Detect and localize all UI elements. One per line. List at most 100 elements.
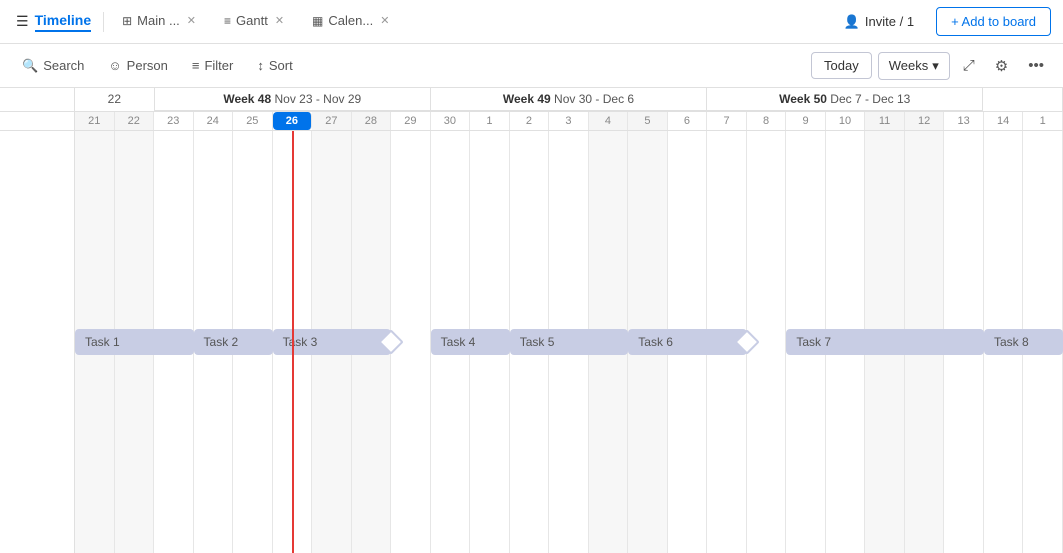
task-label: Task 2 bbox=[204, 335, 239, 349]
today-label: Today bbox=[824, 58, 859, 73]
day-header-cell: 8 bbox=[747, 112, 787, 130]
day-header-cell: 26 bbox=[273, 112, 313, 130]
task-bar[interactable]: Task 3 bbox=[273, 329, 392, 355]
day-header-cell: 28 bbox=[352, 112, 392, 130]
week-headers-row: 22Week 48 Nov 23 - Nov 29Week 49 Nov 30 … bbox=[0, 88, 1063, 112]
sort-label: Sort bbox=[269, 58, 293, 73]
task-label: Task 7 bbox=[796, 335, 831, 349]
day-header-cell: 23 bbox=[154, 112, 194, 130]
day-header-cell: 10 bbox=[826, 112, 866, 130]
hamburger-icon: ☰ bbox=[16, 13, 29, 30]
person-icon: ☺ bbox=[108, 58, 121, 73]
weeks-chevron-icon: ▾ bbox=[932, 58, 939, 74]
gantt-tab-label: Gantt bbox=[236, 13, 268, 28]
settings-button[interactable]: ⚙ bbox=[988, 52, 1015, 80]
person-button[interactable]: ☺ Person bbox=[98, 53, 177, 78]
invite-button[interactable]: 👤 Invite / 1 bbox=[832, 8, 926, 36]
timeline-container: 22Week 48 Nov 23 - Nov 29Week 49 Nov 30 … bbox=[0, 88, 1063, 553]
task-label: Task 8 bbox=[994, 335, 1029, 349]
week-group bbox=[983, 88, 1063, 111]
day-header-cell: 13 bbox=[944, 112, 984, 130]
task-label: Task 6 bbox=[638, 335, 673, 349]
sort-icon: ↕ bbox=[257, 58, 264, 73]
more-button[interactable]: ••• bbox=[1021, 52, 1051, 79]
grid-body: Task 1 Task 2 Task 3 Task 4 Task 5 Task 6 Task… bbox=[0, 131, 1063, 553]
day-header-cell: 1 bbox=[470, 112, 510, 130]
task-bar[interactable]: Task 4 bbox=[431, 329, 510, 355]
search-button[interactable]: 🔍 Search bbox=[12, 53, 94, 79]
person-label: Person bbox=[127, 58, 168, 73]
task-bar[interactable]: Task 2 bbox=[194, 329, 273, 355]
filter-label: Filter bbox=[204, 58, 233, 73]
task-bar[interactable]: Task 8 bbox=[984, 329, 1063, 355]
day-header-cell: 9 bbox=[786, 112, 826, 130]
more-icon: ••• bbox=[1028, 57, 1044, 74]
day-header-cell: 22 bbox=[115, 112, 155, 130]
day-header-cell: 4 bbox=[589, 112, 629, 130]
top-nav: ☰ Timeline ⊞ Main ... ✕ ≡ Gantt ✕ ▦ Cale… bbox=[0, 0, 1063, 44]
task-label: Task 1 bbox=[85, 335, 120, 349]
day-header-cell: 25 bbox=[233, 112, 273, 130]
week-group: Week 49 Nov 30 - Dec 6 bbox=[431, 88, 707, 111]
calendar-tab-close[interactable]: ✕ bbox=[380, 14, 389, 27]
sort-button[interactable]: ↕ Sort bbox=[247, 53, 302, 78]
day-header-cell: 11 bbox=[865, 112, 905, 130]
week-header-label: Week 50 Dec 7 - Dec 13 bbox=[707, 88, 982, 111]
task-label: Task 5 bbox=[520, 335, 555, 349]
day-headers-row: 2122232425262728293012345678910111213141 bbox=[0, 112, 1063, 131]
day-header-cell: 5 bbox=[628, 112, 668, 130]
week-header-label: 22 bbox=[75, 88, 154, 110]
day-header-cell: 12 bbox=[905, 112, 945, 130]
expand-button[interactable]: ⤢ bbox=[956, 52, 982, 79]
tab-main[interactable]: ⊞ Main ... ✕ bbox=[108, 0, 210, 44]
today-button[interactable]: Today bbox=[811, 52, 872, 79]
gear-icon: ⚙ bbox=[995, 58, 1008, 75]
day-header-cell: 29 bbox=[391, 112, 431, 130]
day-header-cell: 6 bbox=[668, 112, 708, 130]
search-label: Search bbox=[43, 58, 84, 73]
invite-label: Invite / 1 bbox=[865, 14, 914, 29]
task-bar[interactable]: Task 6 bbox=[628, 329, 747, 355]
hamburger-menu[interactable]: ☰ Timeline bbox=[12, 12, 104, 32]
day-header-cell: 21 bbox=[75, 112, 115, 130]
grid-cells: Task 1 Task 2 Task 3 Task 4 Task 5 Task 6 Task… bbox=[75, 131, 1063, 553]
week-group: Week 50 Dec 7 - Dec 13 bbox=[707, 88, 983, 111]
day-header-cell: 14 bbox=[984, 112, 1024, 130]
add-to-board-button[interactable]: + Add to board bbox=[936, 7, 1051, 36]
calendar-tab-label: Calen... bbox=[328, 13, 373, 28]
main-tab-close[interactable]: ✕ bbox=[187, 14, 196, 27]
weeks-select[interactable]: Weeks ▾ bbox=[878, 52, 950, 80]
week-header-label bbox=[983, 88, 1062, 96]
app-title: Timeline bbox=[35, 12, 92, 32]
task-bar[interactable]: Task 7 bbox=[786, 329, 984, 355]
day-header-cell: 30 bbox=[431, 112, 471, 130]
week-group: Week 48 Nov 23 - Nov 29 bbox=[155, 88, 431, 111]
week-header-label: Week 48 Nov 23 - Nov 29 bbox=[155, 88, 430, 111]
calendar-tab-icon: ▦ bbox=[312, 14, 323, 28]
day-header-cell: 2 bbox=[510, 112, 550, 130]
task-bar[interactable]: Task 5 bbox=[510, 329, 629, 355]
gantt-tab-close[interactable]: ✕ bbox=[275, 14, 284, 27]
tab-calendar[interactable]: ▦ Calen... ✕ bbox=[298, 0, 403, 44]
week-spacer bbox=[0, 88, 75, 111]
nav-right: 👤 Invite / 1 + Add to board bbox=[832, 7, 1051, 36]
task-bar[interactable]: Task 1 bbox=[75, 329, 194, 355]
tab-gantt[interactable]: ≡ Gantt ✕ bbox=[210, 0, 298, 44]
day-header-cell: 24 bbox=[194, 112, 234, 130]
week-group: 22 bbox=[75, 88, 155, 111]
task-label: Task 3 bbox=[283, 335, 318, 349]
week-header-label: Week 49 Nov 30 - Dec 6 bbox=[431, 88, 706, 111]
filter-button[interactable]: ≡ Filter bbox=[182, 53, 243, 78]
day-header-cell: 1 bbox=[1023, 112, 1063, 130]
task-label: Task 4 bbox=[441, 335, 476, 349]
expand-icon: ⤢ bbox=[963, 57, 975, 74]
main-tab-label: Main ... bbox=[137, 13, 180, 28]
weeks-label: Weeks bbox=[889, 58, 929, 73]
main-tab-icon: ⊞ bbox=[122, 14, 132, 28]
day-header-cell: 7 bbox=[707, 112, 747, 130]
gantt-tab-icon: ≡ bbox=[224, 14, 231, 28]
day-header-cell: 27 bbox=[312, 112, 352, 130]
toolbar: 🔍 Search ☺ Person ≡ Filter ↕ Sort Today … bbox=[0, 44, 1063, 88]
toolbar-right: Today Weeks ▾ ⤢ ⚙ ••• bbox=[811, 52, 1051, 80]
invite-icon: 👤 bbox=[844, 14, 860, 30]
